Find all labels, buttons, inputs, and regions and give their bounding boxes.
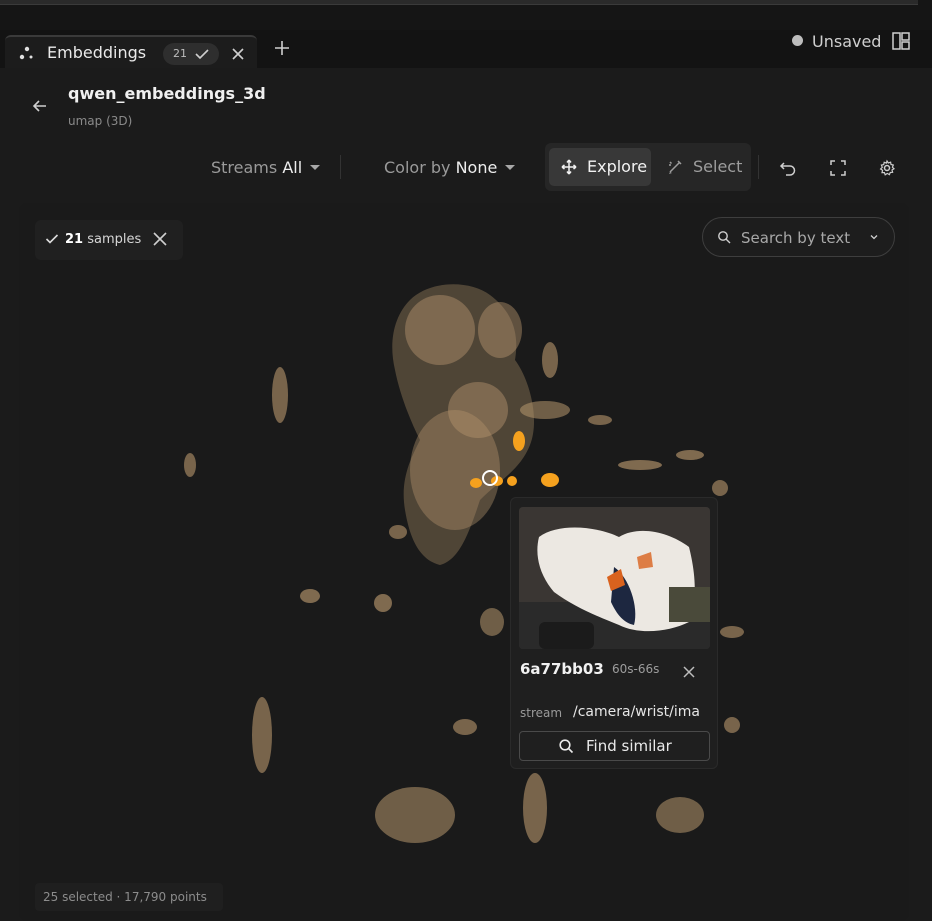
stream-key-label: stream — [520, 706, 563, 720]
selection-unit: samples — [87, 232, 142, 247]
sample-id: 6a77bb03 — [520, 660, 604, 678]
search-input[interactable] — [739, 226, 868, 250]
find-similar-button[interactable]: Find similar — [519, 731, 710, 761]
sample-popup: 6a77bb03 60s-66s stream /camera/wrist/im… — [510, 497, 718, 769]
selection-label: 21 samples — [65, 232, 141, 247]
check-icon — [45, 234, 59, 244]
search-icon — [718, 231, 731, 244]
chevron-down-icon[interactable] — [869, 232, 879, 242]
close-popup-icon[interactable] — [681, 664, 697, 680]
selection-chip[interactable]: 21 samples — [35, 220, 183, 260]
search-field[interactable] — [702, 217, 895, 257]
sample-time-range: 60s-66s — [612, 662, 660, 676]
embedding-point-cloud[interactable] — [0, 0, 932, 921]
stream-path: /camera/wrist/ima — [573, 704, 700, 720]
status-bar: 25 selected · 17,790 points — [35, 883, 223, 911]
find-similar-label: Find similar — [586, 737, 672, 755]
sample-thumbnail — [519, 507, 710, 649]
clear-selection-icon[interactable] — [151, 230, 169, 248]
camera-frame-image — [519, 507, 710, 649]
search-icon — [559, 739, 574, 754]
selection-count: 21 — [65, 232, 84, 247]
